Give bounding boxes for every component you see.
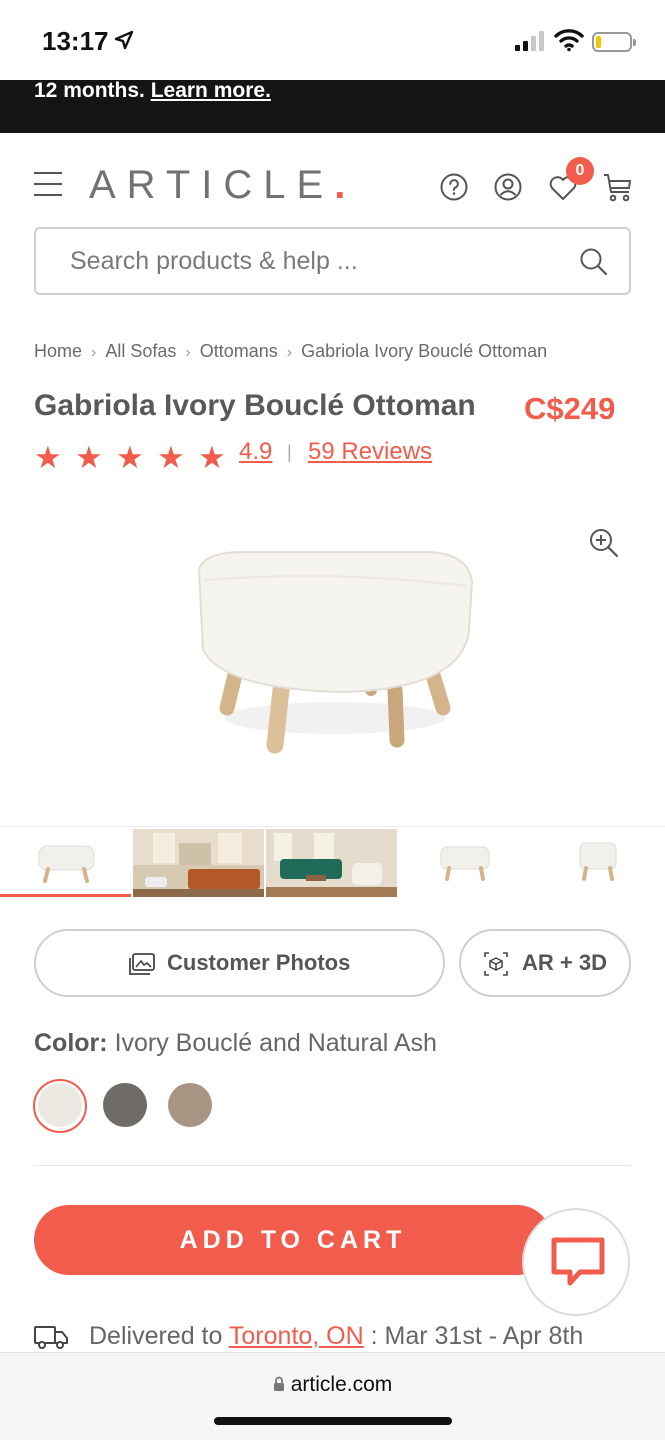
delivery-dates: : Mar 31st - Apr 8th <box>370 1322 584 1350</box>
ar-3d-label: AR + 3D <box>522 950 607 975</box>
wishlist-count-badge: 0 <box>566 157 594 185</box>
reviews-link[interactable]: 59 Reviews <box>308 438 432 466</box>
url-text: article.com <box>290 1373 393 1396</box>
lock-icon <box>273 1376 284 1391</box>
search-bar[interactable] <box>34 227 631 295</box>
chevron-right-icon: › <box>286 344 293 361</box>
home-indicator[interactable] <box>214 1417 452 1425</box>
rating-stars[interactable]: ★ ★ ★ ★ ★ <box>34 440 239 476</box>
delivery-truck-icon <box>34 1326 68 1349</box>
chevron-right-icon: › <box>185 344 191 361</box>
breadcrumb-ottomans[interactable]: Ottomans <box>200 341 278 362</box>
promo-text: 12 months. <box>34 79 145 102</box>
thumbnail-3[interactable] <box>266 829 397 897</box>
chat-icon <box>551 1237 605 1286</box>
logo-text: ARTICLE <box>89 163 335 207</box>
thumbnail-1[interactable] <box>0 829 131 897</box>
rating-divider: | <box>287 442 292 462</box>
delivery-info: Delivered to Toronto, ON : Mar 31st - Ap… <box>89 1322 583 1351</box>
delivery-prefix: Delivered to <box>89 1322 223 1350</box>
cellular-signal-icon <box>515 31 544 51</box>
chat-button[interactable] <box>522 1208 630 1316</box>
swatch-grey[interactable] <box>103 1083 147 1127</box>
location-arrow-icon <box>114 30 134 50</box>
color-value: Ivory Bouclé and Natural Ash <box>114 1029 437 1057</box>
cart-icon[interactable] <box>603 172 633 202</box>
breadcrumb: Home › All Sofas › Ottomans › Gabriola Ivory B… <box>34 341 547 362</box>
wifi-icon <box>554 29 584 52</box>
search-input[interactable] <box>70 243 570 279</box>
breadcrumb-home[interactable]: Home <box>34 341 82 362</box>
product-title: Gabriola Ivory Bouclé Ottoman <box>34 389 476 422</box>
article-logo[interactable]: ARTICLE. <box>89 163 356 208</box>
customer-photos-button[interactable]: Customer Photos <box>34 929 445 997</box>
star-icon: ★ <box>157 440 185 475</box>
swatch-taupe[interactable] <box>168 1083 212 1127</box>
ar-cube-icon <box>484 952 508 976</box>
breadcrumb-all-sofas[interactable]: All Sofas <box>105 341 176 362</box>
delivery-location-link[interactable]: Toronto, ON <box>229 1322 364 1350</box>
product-price: C$249 <box>524 391 616 426</box>
status-bar: 13:17 <box>0 0 665 80</box>
promo-banner: 12 months. Learn more. <box>0 79 665 133</box>
color-selection-label: Color: Ivory Bouclé and Natural Ash <box>34 1029 437 1058</box>
rating-value-link[interactable]: 4.9 <box>239 438 272 466</box>
thumbnail-2[interactable] <box>133 829 264 897</box>
ar-3d-button[interactable]: AR + 3D <box>459 929 631 997</box>
thumbnail-strip <box>0 826 665 898</box>
battery-icon <box>592 32 636 52</box>
account-icon[interactable] <box>493 172 523 202</box>
star-icon: ★ <box>75 440 103 475</box>
status-time: 13:17 <box>42 26 109 56</box>
color-label: Color: <box>34 1029 108 1057</box>
learn-more-link[interactable]: Learn more. <box>151 79 271 102</box>
search-icon[interactable] <box>579 247 609 277</box>
product-image[interactable] <box>185 540 485 765</box>
customer-photos-label: Customer Photos <box>167 950 351 975</box>
hamburger-menu-icon[interactable] <box>34 172 62 205</box>
thumbnail-4[interactable] <box>399 829 530 897</box>
breadcrumb-current: Gabriola Ivory Bouclé Ottoman <box>301 341 548 361</box>
help-icon[interactable] <box>439 172 469 202</box>
photos-icon <box>129 953 155 975</box>
swatch-ivory[interactable] <box>38 1083 82 1127</box>
thumbnail-5[interactable] <box>532 829 663 897</box>
star-icon: ★ <box>198 440 226 475</box>
divider <box>34 1165 631 1166</box>
star-icon: ★ <box>34 440 62 475</box>
add-to-cart-button[interactable]: ADD TO CART <box>34 1205 552 1275</box>
star-icon: ★ <box>116 440 144 475</box>
logo-dot: . <box>334 163 357 207</box>
chevron-right-icon: › <box>91 344 97 361</box>
zoom-in-icon[interactable] <box>588 527 620 559</box>
url-display[interactable]: article.com <box>0 1373 665 1397</box>
